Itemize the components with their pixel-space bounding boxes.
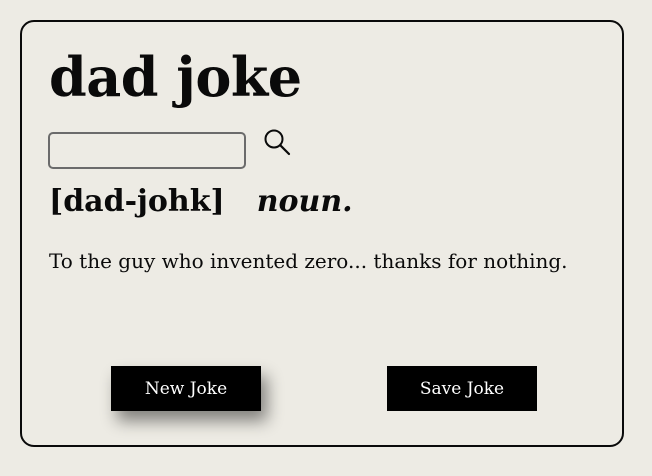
search-bar <box>48 129 292 169</box>
new-joke-button[interactable]: New Joke <box>111 366 261 411</box>
page-title: dad joke <box>49 45 302 109</box>
joke-card: dad joke [dad-johk] noun. To the guy who… <box>20 20 624 447</box>
search-icon[interactable] <box>262 127 292 157</box>
joke-definition: To the guy who invented zero... thanks f… <box>49 249 568 273</box>
pronunciation: [dad-johk] <box>49 184 225 219</box>
save-joke-button[interactable]: Save Joke <box>387 366 537 411</box>
search-input[interactable] <box>48 132 246 169</box>
part-of-speech: noun. <box>256 184 353 219</box>
word-header: [dad-johk] noun. <box>49 184 353 219</box>
